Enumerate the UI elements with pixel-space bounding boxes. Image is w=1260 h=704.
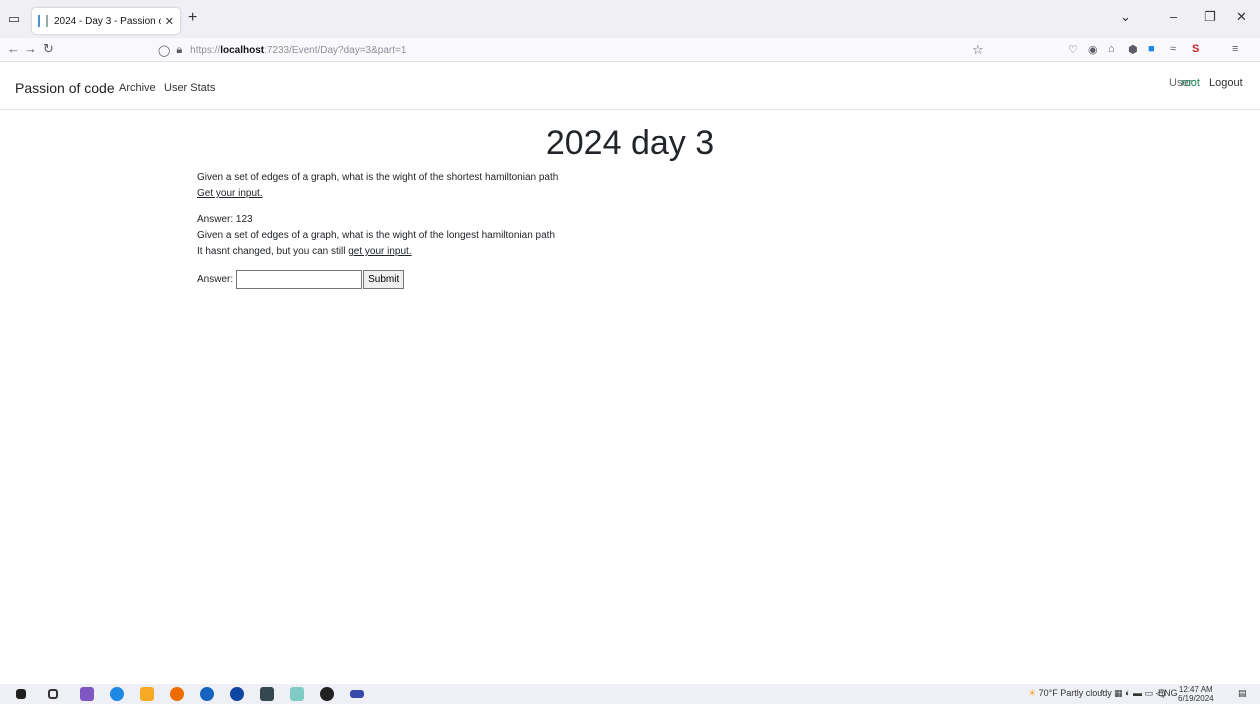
nav-archive[interactable]: Archive bbox=[119, 82, 156, 94]
file-explorer-icon[interactable] bbox=[140, 687, 154, 701]
answer-form: Answer: Submit bbox=[197, 270, 405, 289]
site-header: Passion of code Archive User Stats User:… bbox=[0, 62, 1260, 110]
nav-user-stats[interactable]: User Stats bbox=[164, 82, 215, 94]
back-icon[interactable]: ← bbox=[7, 41, 20, 56]
taskbar: ☀ 70°F Partly cloudy ^ ▦ ◐ ▬ ▭ ◁) ENG 12… bbox=[0, 684, 1260, 704]
tab-title: 2024 - Day 3 - Passion of code bbox=[54, 15, 161, 27]
close-window-icon[interactable]: ✕ bbox=[1236, 9, 1247, 25]
tray-chevron-icon[interactable]: ^ bbox=[1100, 688, 1104, 698]
part2-question: Given a set of edges of a graph, what is… bbox=[197, 230, 556, 241]
page-title: 2024 day 3 bbox=[545, 124, 715, 162]
lock-icon[interactable]: 🔒︎ bbox=[176, 44, 182, 57]
app-icon-4[interactable] bbox=[350, 690, 364, 698]
url-text[interactable]: https://localhost:7233/Event/Day?day=3&p… bbox=[190, 45, 406, 56]
answer-label: Answer: bbox=[197, 274, 234, 285]
tracking-shield-icon[interactable]: ◯ bbox=[158, 44, 170, 57]
edge-icon[interactable] bbox=[110, 687, 124, 701]
new-tab-icon[interactable]: + bbox=[188, 9, 197, 27]
app-icon-3[interactable] bbox=[320, 687, 334, 701]
logout-link[interactable]: Logout bbox=[1209, 77, 1243, 89]
minimize-icon[interactable]: – bbox=[1170, 9, 1177, 24]
account-icon[interactable]: ◉ bbox=[1088, 43, 1098, 56]
url-bar[interactable]: ◯ 🔒︎ https://localhost:7233/Event/Day?da… bbox=[158, 40, 994, 60]
notifications-icon[interactable]: ▤ bbox=[1238, 688, 1247, 699]
close-tab-icon[interactable]: ✕ bbox=[165, 15, 174, 28]
user-name[interactable]: root bbox=[1181, 77, 1200, 89]
part1-question: Given a set of edges of a graph, what is… bbox=[197, 172, 559, 183]
answer-input[interactable] bbox=[236, 270, 363, 289]
visual-studio-icon[interactable] bbox=[80, 687, 94, 701]
browser-toolbar: ← → ↻ ◯ 🔒︎ https://localhost:7233/Event/… bbox=[0, 38, 1260, 62]
app-icon-1[interactable] bbox=[200, 687, 214, 701]
shield-extension-icon[interactable]: ⬢ bbox=[1128, 43, 1138, 56]
language-indicator[interactable]: ENG bbox=[1158, 688, 1178, 698]
browser-titlebar: ▭ 2024 - Day 3 - Passion of code ✕ + ⌄ –… bbox=[0, 0, 1260, 38]
forward-icon[interactable]: → bbox=[24, 41, 37, 56]
restore-icon[interactable]: ❐ bbox=[1204, 9, 1216, 25]
extensions-icon[interactable]: ⌂ bbox=[1108, 43, 1115, 55]
clock-time: 12:47 AM bbox=[1178, 685, 1213, 694]
clock-date: 6/19/2024 bbox=[1178, 694, 1214, 703]
firefox-icon[interactable] bbox=[170, 687, 184, 701]
submit-button[interactable]: Submit bbox=[363, 270, 405, 289]
reload-icon[interactable]: ↻ bbox=[43, 41, 54, 57]
steam-icon[interactable] bbox=[230, 687, 244, 701]
terminal-icon[interactable] bbox=[260, 687, 274, 701]
part2-input-link[interactable]: get your input. bbox=[348, 246, 411, 257]
password-manager-icon[interactable]: ■ bbox=[1148, 43, 1155, 55]
start-icon[interactable] bbox=[16, 689, 26, 699]
part1-answer: Answer: 123 bbox=[197, 214, 253, 225]
menu-icon[interactable]: ≡ bbox=[1232, 43, 1238, 55]
part1-input-link[interactable]: Get your input. bbox=[197, 188, 263, 199]
task-view-icon[interactable] bbox=[48, 689, 58, 699]
tab-list-chevron-icon[interactable]: ⌄ bbox=[1120, 9, 1131, 25]
browser-tab[interactable]: 2024 - Day 3 - Passion of code ✕ bbox=[32, 8, 180, 34]
tab-overview-icon[interactable]: ▭ bbox=[6, 11, 22, 27]
page-favicon-icon bbox=[38, 15, 48, 27]
extension-icon[interactable]: ≈ bbox=[1170, 43, 1176, 55]
app-icon-2[interactable] bbox=[290, 687, 304, 701]
part2-input-note: It hasnt changed, but you can still get … bbox=[197, 246, 412, 257]
site-brand[interactable]: Passion of code bbox=[15, 80, 115, 96]
bookmark-star-icon[interactable]: ☆ bbox=[972, 42, 984, 58]
extension-s-icon[interactable]: S bbox=[1192, 43, 1199, 55]
pocket-icon[interactable]: ♡ bbox=[1068, 43, 1078, 56]
weather-icon: ☀ bbox=[1028, 688, 1037, 698]
clock[interactable]: 12:47 AM 6/19/2024 bbox=[1178, 685, 1214, 703]
part2-unchanged-text: It hasnt changed, but you can still bbox=[197, 246, 349, 257]
